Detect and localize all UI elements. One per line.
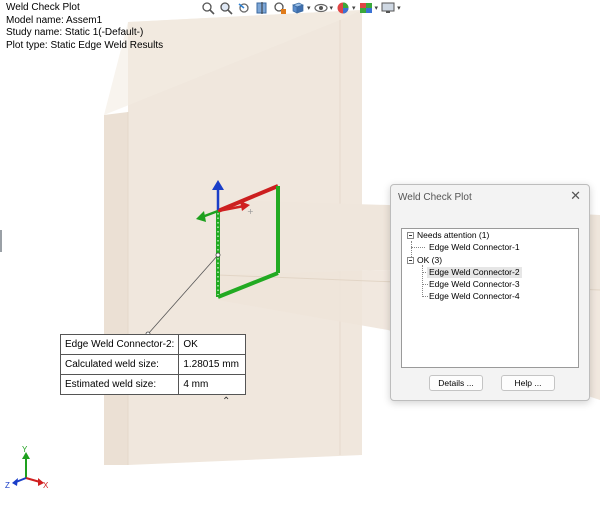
view-orientation-icon[interactable]: ▾ <box>290 1 311 15</box>
triad-y-label: Y <box>22 445 28 454</box>
zoom-area-icon[interactable] <box>218 1 234 15</box>
dynamic-annotation-icon[interactable] <box>272 1 288 15</box>
callout-label: Estimated weld size: <box>59 374 180 395</box>
display-style-icon[interactable]: ▾ <box>313 1 333 15</box>
expand-toggle-needs-attention[interactable] <box>407 232 414 239</box>
tree-group-ok[interactable]: OK (3) <box>417 255 442 266</box>
callout-label: Edge Weld Connector-2: <box>59 334 180 355</box>
tree-item-edge-weld-connector-2[interactable]: Edge Weld Connector-2 <box>427 267 522 278</box>
callout-value: OK <box>178 334 247 355</box>
apply-scene-icon[interactable]: ▾ <box>358 1 378 15</box>
tree-line <box>411 247 425 248</box>
vertical-plate-side <box>104 112 128 465</box>
heads-up-toolbar: ▾ ▾ ▾ ▾ ▾ <box>200 0 401 16</box>
triad-x-label: X <box>43 481 49 490</box>
details-button[interactable]: Details ... <box>429 375 483 391</box>
expand-toggle-ok[interactable] <box>407 257 414 264</box>
tree-group-needs-attention[interactable]: Needs attention (1) <box>417 230 489 241</box>
callout-row: Edge Weld Connector-2: OK <box>59 334 247 355</box>
tree-item-edge-weld-connector-3[interactable]: Edge Weld Connector-3 <box>429 279 520 290</box>
model-name: Model name: Assem1 <box>6 14 103 26</box>
graphics-viewport[interactable]: + Y X Z Weld Check Plot Model name: Asse… <box>0 0 600 508</box>
tree-line <box>422 284 428 285</box>
left-panel-handle[interactable] <box>0 230 2 252</box>
tree-item-edge-weld-connector-1[interactable]: Edge Weld Connector-1 <box>429 242 520 253</box>
axis-plus-mark: + <box>247 207 254 216</box>
previous-view-icon[interactable] <box>236 1 252 15</box>
weld-tree: Needs attention (1) Edge Weld Connector-… <box>401 228 579 368</box>
callout-row: Estimated weld size: 4 mm <box>59 374 247 395</box>
plot-info: Weld Check Plot Model name: Assem1 Study… <box>6 2 163 52</box>
callout-label: Calculated weld size: <box>59 354 180 375</box>
edit-appearance-icon[interactable]: ▾ <box>335 1 356 15</box>
triad-z-label: Z <box>5 481 10 490</box>
zoom-fit-icon[interactable] <box>200 1 216 15</box>
reference-triad <box>12 452 44 486</box>
callout-value: 4 mm <box>178 374 247 395</box>
plot-type: Plot type: Static Edge Weld Results <box>6 39 164 51</box>
tree-line <box>422 265 423 297</box>
weld-callout: Edge Weld Connector-2: OK Calculated wel… <box>59 334 247 395</box>
tree-line <box>422 296 428 297</box>
plot-title: Weld Check Plot <box>6 2 80 13</box>
callout-value: 1.28015 mm <box>178 354 247 375</box>
study-name: Study name: Static 1(-Default-) <box>6 27 144 38</box>
view-settings-icon[interactable]: ▾ <box>380 1 401 15</box>
tree-item-edge-weld-connector-4[interactable]: Edge Weld Connector-4 <box>429 291 520 302</box>
callout-row: Calculated weld size: 1.28015 mm <box>59 354 247 375</box>
chevron-up-icon[interactable]: ⌃ <box>222 396 230 407</box>
close-icon[interactable]: ✕ <box>570 189 581 203</box>
help-button[interactable]: Help ... <box>501 375 555 391</box>
section-view-icon[interactable] <box>254 1 270 15</box>
weld-check-plot-dialog: Weld Check Plot ✕ Needs attention (1) Ed… <box>390 184 590 401</box>
leader-start-dot <box>215 252 221 258</box>
dialog-title: Weld Check Plot <box>398 192 472 203</box>
